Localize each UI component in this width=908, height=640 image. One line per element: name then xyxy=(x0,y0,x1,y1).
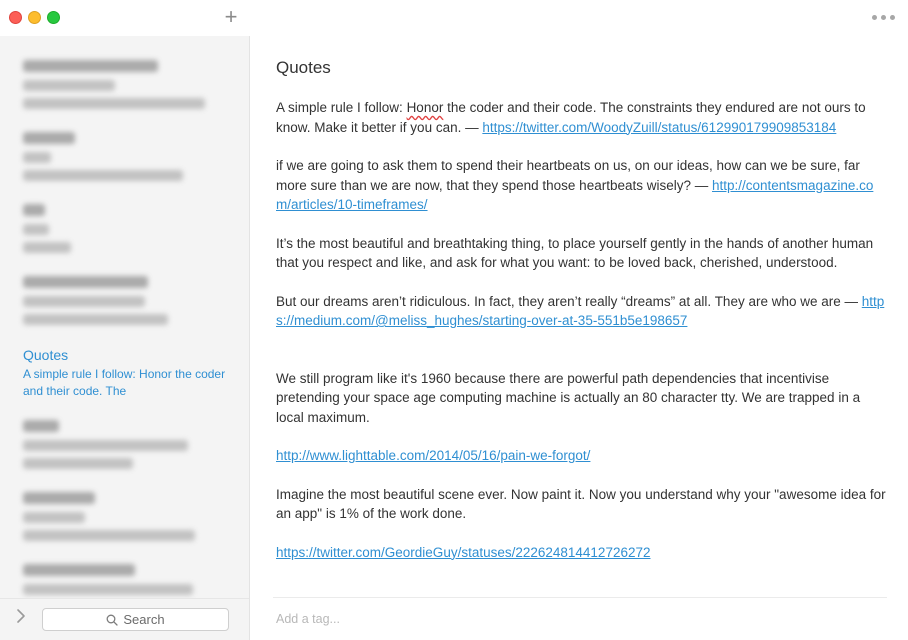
quote-paragraph: We still program like it's 1960 because … xyxy=(276,370,861,425)
quote-paragraph: https://twitter.com/GeordieGuy/statuses/… xyxy=(276,543,886,563)
list-item-active[interactable]: Quotes A simple rule I follow: Honor the… xyxy=(23,346,228,400)
note-body[interactable]: A simple rule I follow: Honor the coder … xyxy=(276,98,886,581)
quote-paragraph: if we are going to ask them to spend the… xyxy=(276,158,874,212)
chevron-right-icon[interactable] xyxy=(14,607,28,625)
list-item[interactable] xyxy=(23,132,228,188)
list-item[interactable] xyxy=(23,492,228,548)
more-icon[interactable] xyxy=(872,9,898,25)
sidebar: Quotes A simple rule I follow: Honor the… xyxy=(0,36,250,640)
quote-paragraph: A simple rule I follow: Honor the coder … xyxy=(276,100,866,135)
tag-bar xyxy=(273,597,887,640)
sidebar-footer: Search xyxy=(0,598,249,640)
list-item[interactable] xyxy=(23,60,228,116)
note-title[interactable]: Quotes xyxy=(276,58,331,78)
zoom-icon[interactable] xyxy=(47,11,60,24)
quote-paragraph: Imagine the most beautiful scene ever. N… xyxy=(276,486,886,522)
list-item[interactable] xyxy=(23,204,228,260)
quote-paragraph: http://www.lighttable.com/2014/05/16/pai… xyxy=(276,446,886,466)
title-bar: + xyxy=(0,0,908,36)
quote-paragraph: It’s the most beautiful and breathtaking… xyxy=(276,235,874,271)
plus-icon[interactable]: + xyxy=(221,6,241,28)
list-item[interactable] xyxy=(23,564,228,598)
misspelled-word: Honor xyxy=(406,100,444,115)
tag-input[interactable] xyxy=(276,612,576,626)
list-item[interactable] xyxy=(23,420,228,476)
note-list-title: Quotes xyxy=(23,347,69,363)
search-placeholder: Search xyxy=(123,612,165,627)
search-icon xyxy=(106,614,119,626)
quote-link[interactable]: https://twitter.com/WoodyZuill/status/61… xyxy=(482,120,836,135)
quote-link[interactable]: http://www.lighttable.com/2014/05/16/pai… xyxy=(276,448,590,463)
note-list-preview: A simple rule I follow: Honor the coder … xyxy=(23,367,226,398)
quote-paragraph: But our dreams aren’t ridiculous. In fac… xyxy=(276,293,885,329)
quote-link[interactable]: https://twitter.com/GeordieGuy/statuses/… xyxy=(276,545,651,560)
minimize-icon[interactable] xyxy=(28,11,41,24)
search-input[interactable]: Search xyxy=(42,608,229,631)
list-item[interactable] xyxy=(23,276,228,332)
note-list: Quotes A simple rule I follow: Honor the… xyxy=(0,36,249,598)
note-editor[interactable]: Quotes A simple rule I follow: Honor the… xyxy=(251,36,908,640)
close-icon[interactable] xyxy=(9,11,22,24)
